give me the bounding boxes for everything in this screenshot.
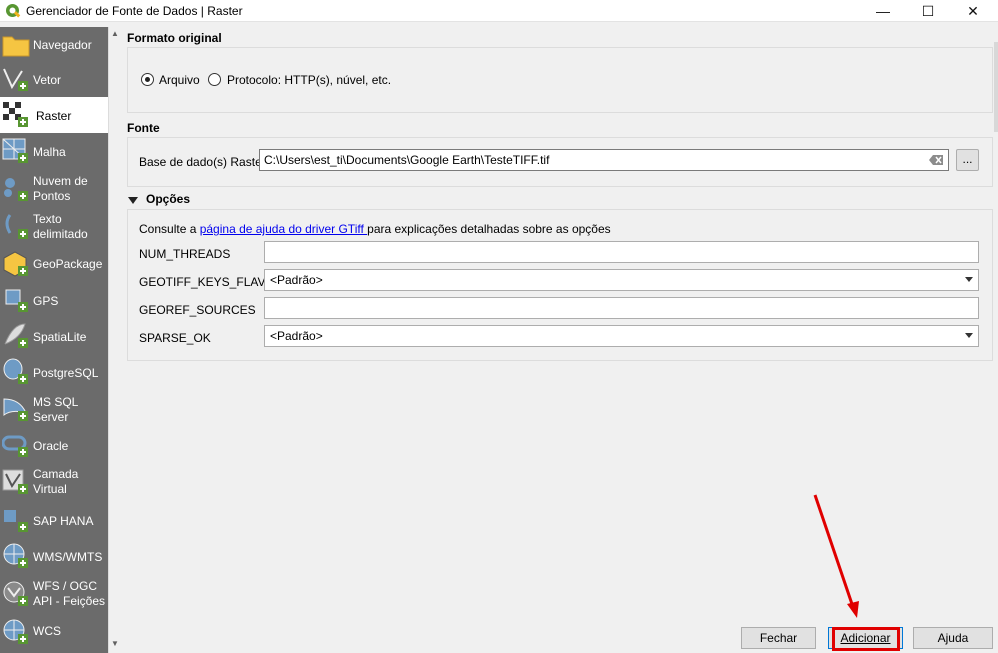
main-panel: Formato original Arquivo Protocolo: HTTP… bbox=[121, 27, 998, 653]
arquivo-label: Arquivo bbox=[159, 73, 200, 87]
oracle-add-icon bbox=[2, 435, 28, 457]
minimize-button[interactable]: — bbox=[860, 0, 906, 22]
fonte-title: Fonte bbox=[127, 121, 160, 135]
raster-path-field[interactable]: C:\Users\est_ti\Documents\Google Earth\T… bbox=[259, 149, 949, 171]
virtual-layer-add-icon bbox=[2, 469, 28, 494]
clear-field-icon[interactable] bbox=[929, 155, 943, 165]
georef-sources-input[interactable] bbox=[264, 297, 979, 319]
sparse-ok-select[interactable]: <Padrão> bbox=[264, 325, 979, 347]
sparse-ok-value: <Padrão> bbox=[270, 329, 323, 343]
geotiff-keys-flavor-value: <Padrão> bbox=[270, 273, 323, 287]
vector-add-icon bbox=[3, 68, 28, 91]
sidebar-item-geopackage[interactable]: GeoPackage bbox=[0, 247, 108, 283]
postgresql-add-icon bbox=[3, 358, 28, 384]
content-scrollbar[interactable] bbox=[994, 42, 998, 132]
geotiff-keys-flavor-select[interactable]: <Padrão> bbox=[264, 269, 979, 291]
sidebar-item-label: SpatiaLite bbox=[33, 330, 87, 344]
maximize-button[interactable]: ☐ bbox=[905, 0, 951, 22]
sidebar-item-spatialite[interactable]: SpatiaLite bbox=[0, 319, 108, 355]
formato-original-group: Arquivo Protocolo: HTTP(s), núvel, etc. bbox=[127, 47, 993, 113]
mssql-add-icon bbox=[3, 398, 28, 421]
qgis-logo-icon bbox=[6, 4, 21, 18]
sidebar-item-label: SAP HANA bbox=[33, 514, 94, 528]
title-bar: Gerenciador de Fonte de Dados | Raster —… bbox=[0, 0, 998, 22]
help-text: Consulte a página de ajuda do driver GTi… bbox=[139, 222, 611, 236]
arquivo-radio[interactable] bbox=[141, 73, 154, 86]
chevron-down-icon bbox=[965, 277, 973, 282]
sidebar-item-camada-virtual[interactable]: Camada Virtual bbox=[0, 463, 108, 501]
fonte-group: Base de dado(s) Raster C:\Users\est_ti\D… bbox=[127, 137, 993, 187]
delimited-text-add-icon bbox=[5, 214, 28, 239]
sidebar-item-label: Nuvem de Pontos bbox=[33, 174, 88, 203]
sidebar-item-label: Texto delimitado bbox=[33, 212, 88, 241]
sidebar-item-label: Malha bbox=[33, 145, 66, 159]
sidebar-item-sap-hana[interactable]: SAP HANA bbox=[0, 503, 108, 539]
ajuda-button[interactable]: Ajuda bbox=[913, 627, 993, 649]
help-prefix: Consulte a bbox=[139, 222, 200, 236]
wms-add-icon bbox=[3, 543, 28, 568]
sidebar-item-label: Oracle bbox=[33, 439, 69, 453]
sidebar-item-malha[interactable]: Malha bbox=[0, 135, 108, 169]
sidebar-item-label: Raster bbox=[36, 109, 72, 123]
sidebar-item-label: WMS/WMTS bbox=[33, 550, 103, 564]
point-cloud-add-icon bbox=[4, 178, 28, 201]
help-suffix: para explicações detalhadas sobre as opç… bbox=[367, 222, 611, 236]
opcoes-group: Consulte a página de ajuda do driver GTi… bbox=[127, 209, 993, 361]
sidebar-item-texto-delimitado[interactable]: Texto delimitado bbox=[0, 209, 108, 245]
protocolo-label: Protocolo: HTTP(s), núvel, etc. bbox=[227, 73, 392, 87]
opcoes-title: Opções bbox=[146, 192, 191, 206]
sidebar-item-nuvem-pontos[interactable]: Nuvem de Pontos bbox=[0, 171, 108, 207]
raster-path-value: C:\Users\est_ti\Documents\Google Earth\T… bbox=[264, 153, 550, 167]
spatialite-add-icon bbox=[4, 323, 28, 348]
browse-button[interactable]: ... bbox=[956, 149, 979, 171]
sidebar-item-mssql[interactable]: MS SQL Server bbox=[0, 391, 108, 429]
sidebar-item-label: GeoPackage bbox=[33, 257, 103, 271]
source-type-sidebar: Navegador Vetor Raster Malha Nuvem de Po… bbox=[0, 27, 108, 653]
option-label-geotiff-keys-flavor: GEOTIFF_KEYS_FLAVOR bbox=[139, 275, 284, 289]
scroll-down-icon[interactable]: ▼ bbox=[111, 639, 119, 648]
sidebar-item-wcs[interactable]: WCS bbox=[0, 615, 108, 651]
sidebar-item-label: PostgreSQL bbox=[33, 366, 99, 380]
close-window-button[interactable]: ✕ bbox=[950, 0, 996, 22]
scroll-up-icon[interactable]: ▲ bbox=[111, 29, 119, 38]
option-label-sparse-ok: SPARSE_OK bbox=[139, 331, 211, 345]
mesh-add-icon bbox=[2, 138, 28, 163]
sidebar-item-label: Camada Virtual bbox=[33, 467, 79, 496]
sidebar-scrollbar[interactable]: ▲ ▼ bbox=[108, 27, 121, 653]
sap-hana-add-icon bbox=[4, 510, 28, 532]
window-title: Gerenciador de Fonte de Dados | Raster bbox=[26, 4, 243, 18]
sidebar-item-oracle[interactable]: Oracle bbox=[0, 429, 108, 463]
sidebar-item-label: Vetor bbox=[33, 73, 62, 87]
sidebar-item-label: Navegador bbox=[33, 38, 92, 52]
option-label-num-threads: NUM_THREADS bbox=[139, 247, 231, 261]
geopackage-add-icon bbox=[3, 251, 28, 277]
sidebar-item-label: WFS / OGC API - Feições bbox=[33, 579, 106, 608]
sidebar-item-gps[interactable]: GPS bbox=[0, 283, 108, 319]
wcs-add-icon bbox=[3, 619, 28, 644]
sidebar-item-label: MS SQL Server bbox=[33, 395, 79, 424]
fechar-button[interactable]: Fechar bbox=[741, 627, 816, 649]
annotation-arrow bbox=[813, 494, 859, 618]
num-threads-input[interactable] bbox=[264, 241, 979, 263]
protocolo-radio[interactable] bbox=[208, 73, 221, 86]
wfs-add-icon bbox=[3, 581, 28, 606]
base-dados-raster-label: Base de dado(s) Raster bbox=[139, 155, 266, 169]
sidebar-item-wms-wmts[interactable]: WMS/WMTS bbox=[0, 539, 108, 575]
gps-add-icon bbox=[5, 289, 28, 312]
sidebar-item-vetor[interactable]: Vetor bbox=[0, 63, 108, 97]
highlight-box bbox=[832, 627, 900, 651]
sidebar-item-wfs[interactable]: WFS / OGC API - Feições bbox=[0, 575, 108, 613]
sidebar-item-postgresql[interactable]: PostgreSQL bbox=[0, 355, 108, 391]
sidebar-item-raster[interactable]: Raster bbox=[0, 97, 108, 133]
raster-add-icon bbox=[3, 102, 28, 127]
folder-icon bbox=[2, 36, 30, 57]
sidebar-item-label: WCS bbox=[33, 624, 61, 638]
gtiff-help-link[interactable]: página de ajuda do driver GTiff bbox=[200, 222, 367, 236]
collapse-arrow-icon[interactable] bbox=[128, 195, 138, 205]
formato-original-title: Formato original bbox=[127, 31, 222, 45]
sidebar-item-navegador[interactable]: Navegador bbox=[0, 29, 108, 61]
sidebar-item-label: GPS bbox=[33, 294, 59, 308]
option-label-georef-sources: GEOREF_SOURCES bbox=[139, 303, 256, 317]
chevron-down-icon bbox=[965, 333, 973, 338]
